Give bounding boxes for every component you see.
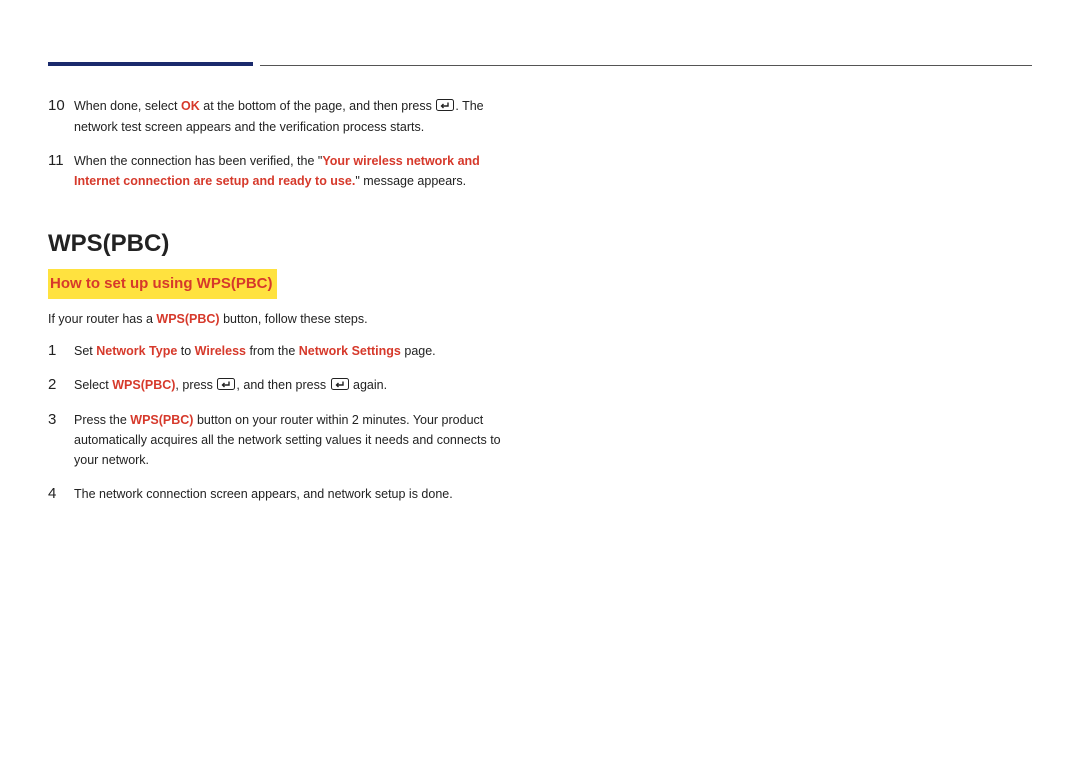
step-1: 1 Set Network Type to Wireless from the … [48,341,528,361]
text: Select [74,378,112,392]
step-body: When done, select OK at the bottom of th… [74,96,528,137]
intro-text: If your router has a WPS(PBC) button, fo… [48,309,528,329]
step-body: Press the WPS(PBC) button on your router… [74,410,528,470]
text: " message appears. [355,174,466,188]
step-body: Set Network Type to Wireless from the Ne… [74,341,528,361]
enter-icon [436,97,454,117]
sub-title: How to set up using WPS(PBC) [48,269,277,299]
highlight-wireless: Wireless [195,344,246,358]
step-4: 4 The network connection screen appears,… [48,484,528,504]
text: from the [246,344,299,358]
enter-icon [217,376,235,396]
text: If your router has a [48,312,156,326]
step-10: 10 When done, select OK at the bottom of… [48,96,528,137]
content-column: 10 When done, select OK at the bottom of… [48,96,528,504]
enter-icon [331,376,349,396]
step-number: 1 [48,341,74,361]
text: The network connection screen appears, a… [74,487,453,501]
text: to [177,344,194,358]
text: , press [175,378,216,392]
document-page: 10 When done, select OK at the bottom of… [0,0,1080,763]
text: , and then press [236,378,329,392]
step-body: Select WPS(PBC), press , and then press … [74,375,528,396]
text: button, follow these steps. [220,312,368,326]
text: Press the [74,413,130,427]
text: again. [350,378,388,392]
step-body: When the connection has been verified, t… [74,151,528,191]
step-3: 3 Press the WPS(PBC) button on your rout… [48,410,528,470]
highlight-network-type: Network Type [96,344,177,358]
step-11: 11 When the connection has been verified… [48,151,528,191]
section-title: WPS(PBC) [48,225,528,263]
highlight-wpspbc: WPS(PBC) [130,413,193,427]
step-2: 2 Select WPS(PBC), press , and then pres… [48,375,528,396]
step-number: 3 [48,410,74,470]
top-rule [48,54,1032,68]
highlight-ok: OK [181,99,200,113]
top-rule-accent [48,62,253,66]
text: When done, select [74,99,181,113]
top-rule-line [260,65,1032,66]
text: at the bottom of the page, and then pres… [200,99,436,113]
step-number: 4 [48,484,74,504]
text: Set [74,344,96,358]
step-number: 2 [48,375,74,396]
text: When the connection has been verified, t… [74,154,322,168]
highlight-wpspbc: WPS(PBC) [112,378,175,392]
step-number: 10 [48,96,74,137]
step-number: 11 [48,151,74,191]
step-body: The network connection screen appears, a… [74,484,528,504]
text: page. [401,344,436,358]
highlight-wpspbc: WPS(PBC) [156,312,219,326]
highlight-network-settings: Network Settings [299,344,401,358]
